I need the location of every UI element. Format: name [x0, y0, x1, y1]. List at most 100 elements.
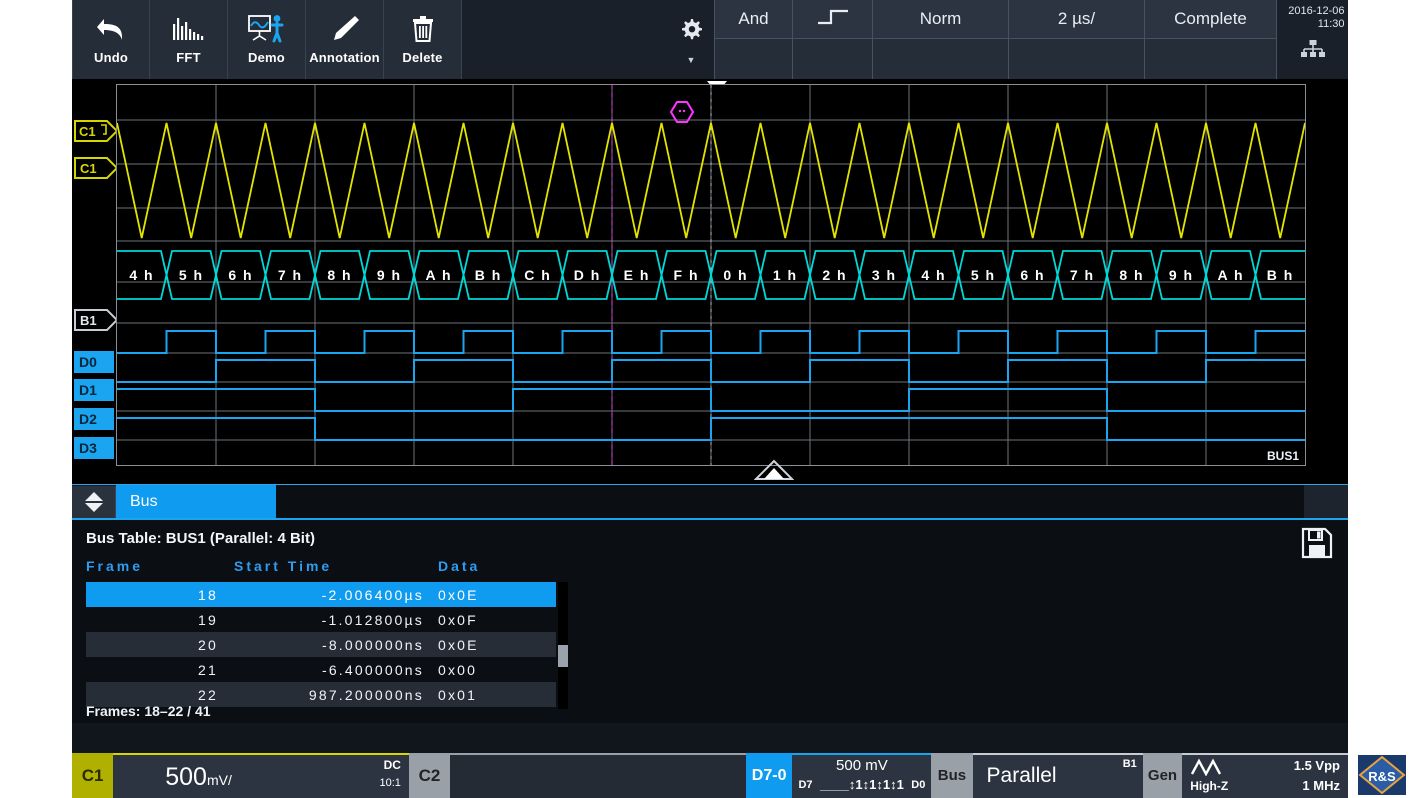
generator-tag[interactable]: Gen: [1143, 753, 1182, 798]
scrollbar-thumb[interactable]: [558, 645, 568, 667]
date-label: 2016-12-06: [1281, 5, 1345, 18]
trigger-edge-column: [792, 0, 872, 79]
tab-scroll-spinner[interactable]: [72, 486, 116, 518]
bus-value: 8 h: [1107, 267, 1157, 283]
cell-start-time: -6.400000ns: [234, 662, 424, 678]
svg-text:R&S: R&S: [1368, 769, 1396, 784]
svg-text:C1: C1: [79, 124, 96, 139]
toolbar: Undo: [72, 0, 1348, 79]
svg-text:C1: C1: [80, 161, 97, 176]
bus-panel[interactable]: Parallel B1: [973, 753, 1143, 798]
cell-start-time: -2.006400µs: [234, 587, 424, 603]
chevron-down-icon[interactable]: ▼: [687, 55, 696, 65]
bus-value: B h: [1256, 267, 1306, 283]
table-row[interactable]: 20 -8.000000ns 0x0E: [86, 632, 556, 657]
fft-spectrum-icon: [171, 9, 207, 49]
bus-value: 2 h: [810, 267, 860, 283]
bus-table-header: Frame Start Time Data: [86, 558, 556, 580]
bus-value: 7 h: [1058, 267, 1108, 283]
cell-data: 0x0E: [438, 637, 528, 653]
acq-state-column: Complete: [1144, 0, 1276, 79]
trigger-offset-marker[interactable]: [754, 459, 794, 486]
column-header-start-time: Start Time: [234, 558, 332, 574]
delete-button[interactable]: Delete: [384, 0, 462, 79]
generator-impedance: High-Z: [1190, 779, 1228, 793]
settings-menu-button[interactable]: ▼: [668, 0, 714, 79]
waveform-diagram[interactable]: C1 C1 B1 D0 D1 D2 D3: [72, 79, 1348, 484]
trigger-and-button[interactable]: And: [715, 0, 792, 39]
chevron-up-icon[interactable]: [85, 492, 103, 501]
digital-d70-tag[interactable]: D7-0: [746, 753, 793, 798]
table-scrollbar[interactable]: [558, 582, 568, 709]
cell-frame: 20: [158, 637, 218, 653]
digital-label-d2[interactable]: D2: [74, 408, 114, 430]
bus-table-panel: Bus Table: BUS1 (Parallel: 4 Bit) Frame …: [72, 518, 1348, 723]
time-label: 11:30: [1281, 18, 1345, 31]
digital-label-d0[interactable]: D0: [74, 351, 114, 373]
network-icon: [1300, 39, 1326, 63]
cell-frame: 19: [158, 612, 218, 628]
channel-c2-tag[interactable]: C2: [409, 753, 450, 798]
c1-channel-tag[interactable]: C1: [74, 157, 118, 184]
grid-area[interactable]: 4 h 5 h 6 h 7 h 8 h 9 h A h B h C h D h …: [116, 84, 1306, 466]
trigger-edge-button[interactable]: [793, 0, 872, 39]
toolbar-buttons: Undo: [72, 0, 462, 79]
bus-value: 5 h: [167, 267, 217, 283]
table-row[interactable]: 21 -6.400000ns 0x00: [86, 657, 556, 682]
cell-data: 0x01: [438, 687, 528, 703]
annotation-label: Annotation: [309, 50, 380, 65]
tab-scroll-spinner-right[interactable]: [1304, 485, 1348, 519]
d70-left-label: D7: [798, 779, 812, 791]
channel-c1-panel[interactable]: 500mV/ DC 10:1: [113, 753, 409, 798]
fft-button[interactable]: FFT: [150, 0, 228, 79]
save-button[interactable]: [1300, 526, 1334, 565]
bus-value: 4 h: [909, 267, 959, 283]
trigger-type-column: And: [714, 0, 792, 79]
trigger-settings-grid: And Norm 2 µs/: [714, 0, 1276, 79]
bus-value: 0 h: [711, 267, 761, 283]
bus-value: A h: [414, 267, 464, 283]
cell-start-time: -1.012800µs: [234, 612, 424, 628]
acq-state-button[interactable]: Complete: [1145, 0, 1276, 39]
svg-text:B1: B1: [80, 313, 97, 328]
delete-label: Delete: [402, 50, 442, 65]
generator-panel[interactable]: High-Z 1.5 Vpp 1 MHz: [1182, 753, 1348, 798]
d70-right-label: D0: [911, 779, 925, 791]
timebase-button[interactable]: 2 µs/: [1009, 0, 1144, 39]
c1-trigger-level-tag[interactable]: C1: [74, 120, 118, 147]
cell-data: 0x0E: [438, 587, 528, 603]
digital-label-d1[interactable]: D1: [74, 379, 114, 401]
datetime-panel: 2016-12-06 11:30: [1276, 0, 1348, 79]
digital-label-d3[interactable]: D3: [74, 437, 114, 459]
channel-c2-panel[interactable]: [450, 753, 746, 798]
digital-d70-panel[interactable]: 500 mV D7 ____↕1↕1↕1↕1 D0: [792, 753, 931, 798]
demo-button[interactable]: Demo: [228, 0, 306, 79]
table-row[interactable]: 18 -2.006400µs 0x0E: [86, 582, 556, 607]
timebase-column: 2 µs/: [1008, 0, 1144, 79]
channel-c1-tag[interactable]: C1: [72, 753, 113, 798]
column-header-frame: Frame: [86, 558, 143, 574]
cell-data: 0x0F: [438, 612, 528, 628]
bus-value: B h: [464, 267, 514, 283]
bus-tag[interactable]: Bus: [931, 753, 972, 798]
bus-table-title: Bus Table: BUS1 (Parallel: 4 Bit): [86, 530, 315, 547]
rohde-schwarz-logo: R&S: [1354, 752, 1410, 798]
bus-value: 8 h: [315, 267, 365, 283]
toolbar-spacer: [462, 0, 668, 79]
trigger-sweep-button[interactable]: Norm: [873, 0, 1008, 39]
annotation-button[interactable]: Annotation: [306, 0, 384, 79]
waveform-icon: [1190, 758, 1224, 781]
chevron-down-icon[interactable]: [85, 503, 103, 512]
cell-frame: 21: [158, 662, 218, 678]
tab-bus[interactable]: Bus: [116, 485, 276, 519]
cursor-handle[interactable]: [669, 100, 697, 131]
c1-scale-value: 500mV/: [165, 763, 232, 792]
cell-data: 0x00: [438, 662, 528, 678]
bus-value: F h: [662, 267, 712, 283]
table-row[interactable]: 19 -1.012800µs 0x0F: [86, 607, 556, 632]
cell-start-time: 987.200000ns: [234, 687, 424, 703]
bus-value: 5 h: [959, 267, 1009, 283]
b1-bus-tag[interactable]: B1: [74, 309, 118, 336]
undo-button[interactable]: Undo: [72, 0, 150, 79]
tab-empty-area[interactable]: [276, 485, 1304, 519]
